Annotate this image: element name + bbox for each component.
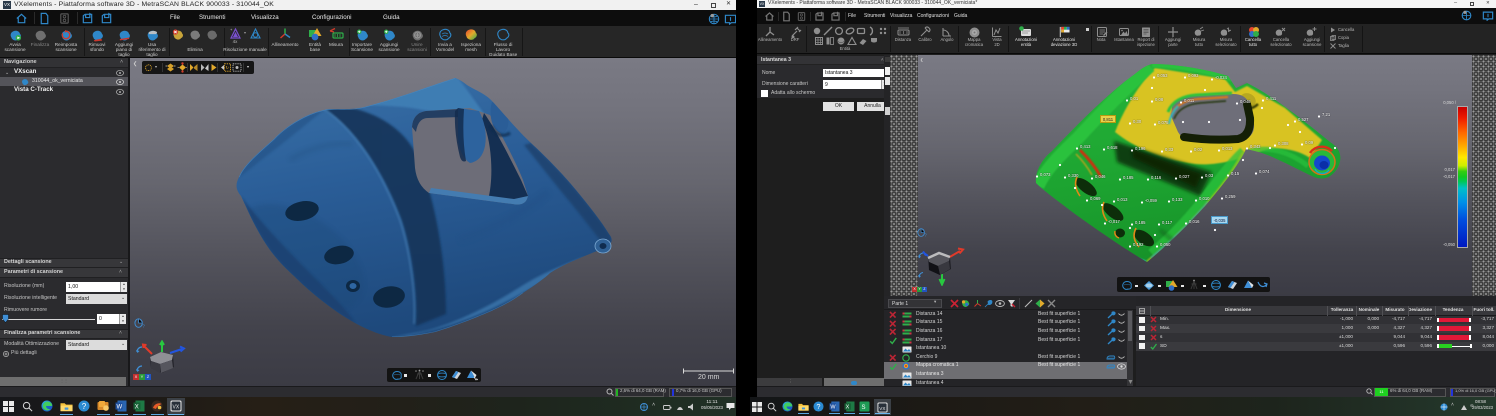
svg-text:W: W (117, 404, 123, 410)
svg-text:S: S (862, 405, 866, 411)
svg-text:VX: VX (879, 405, 885, 410)
svg-text:?: ? (142, 324, 145, 329)
svg-text:X: X (135, 404, 139, 410)
svg-text:W: W (830, 405, 836, 411)
svg-text:?: ? (82, 402, 87, 411)
svg-text:VX: VX (173, 405, 180, 411)
svg-text:+: + (230, 27, 233, 32)
svg-text:?: ? (924, 233, 927, 238)
svg-text:X: X (846, 405, 850, 411)
svg-text:?: ? (816, 402, 820, 411)
